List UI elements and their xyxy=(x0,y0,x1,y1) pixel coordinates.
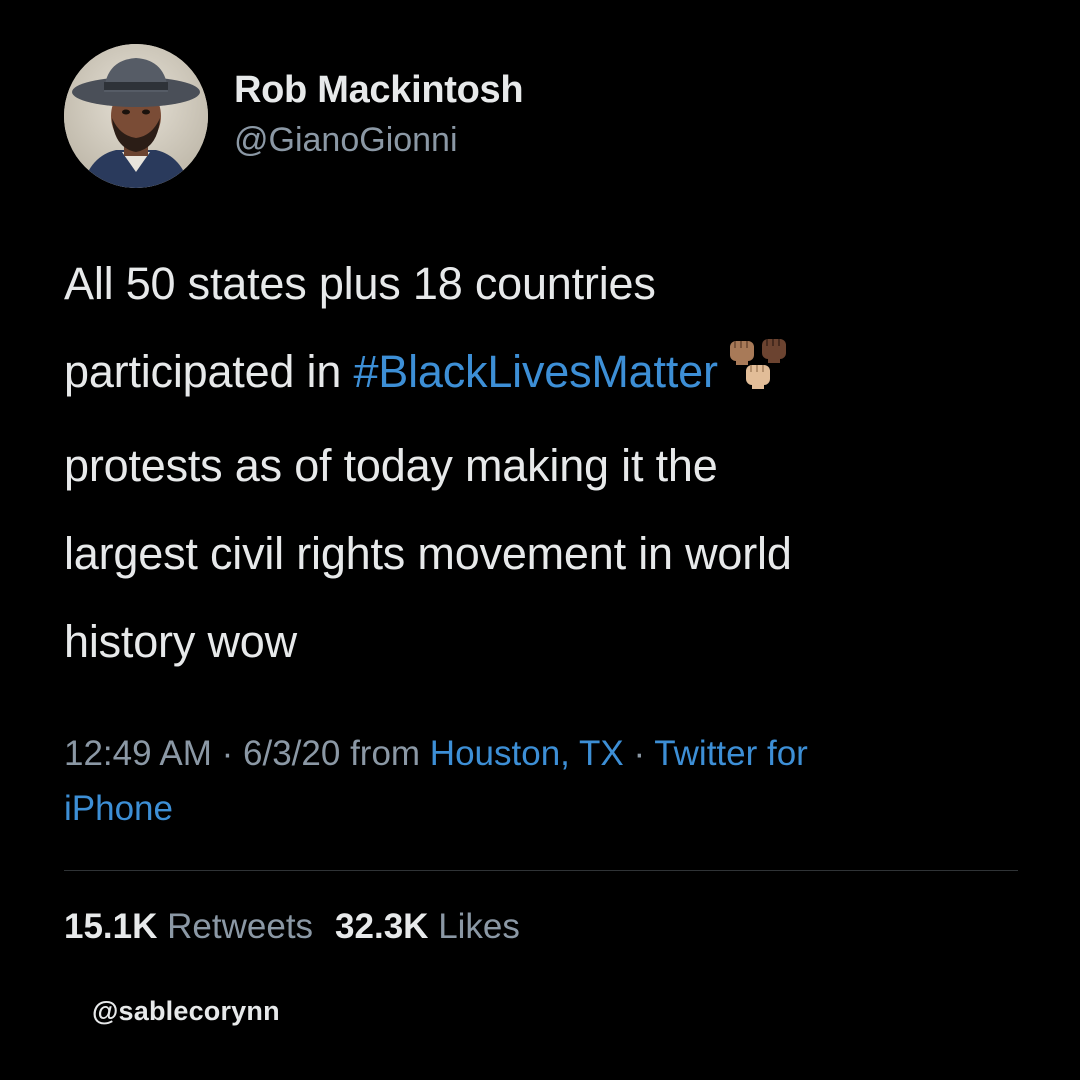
separator-dot: · xyxy=(633,734,646,773)
tweet-line: participated in #BlackLivesMatter xyxy=(64,328,1044,422)
tweet-date[interactable]: 6/3/20 xyxy=(243,734,340,773)
retweets-count: 15.1K xyxy=(64,907,158,946)
tweet-line: history wow xyxy=(64,616,297,667)
hashtag-link[interactable]: #BlackLivesMatter xyxy=(353,346,717,397)
location-link[interactable]: Houston, TX xyxy=(430,734,624,773)
likes-label: Likes xyxy=(438,907,520,946)
author-handle[interactable]: @GianoGionni xyxy=(234,118,523,162)
metadata-line: 12:49 AM · 6/3/20 from Houston, TX · Twi… xyxy=(64,726,1024,781)
retweets-label: Retweets xyxy=(167,907,314,946)
separator-dot: · xyxy=(221,734,234,773)
tweet-line-text: participated in xyxy=(64,346,354,397)
tweet-time[interactable]: 12:49 AM xyxy=(64,734,212,773)
divider xyxy=(64,870,1018,871)
metadata-line: iPhone xyxy=(64,781,1024,836)
retweets-stat[interactable]: 15.1K Retweets xyxy=(64,907,313,946)
raised-fists-emoji-icon xyxy=(726,334,796,422)
likes-stat[interactable]: 32.3K Likes xyxy=(335,907,520,946)
source-link-part2[interactable]: iPhone xyxy=(64,789,173,828)
engagement-stats: 15.1K Retweets 32.3K Likes xyxy=(64,902,520,952)
source-link-part1[interactable]: Twitter for xyxy=(654,734,808,773)
likes-count: 32.3K xyxy=(335,907,429,946)
tweet-screenshot: Rob Mackintosh @GianoGionni All 50 state… xyxy=(0,0,1080,1080)
tweet-line: protests as of today making it the xyxy=(64,440,718,491)
profile-photo-icon xyxy=(64,44,208,188)
watermark: @sablecorynn xyxy=(92,996,280,1026)
author-display-name[interactable]: Rob Mackintosh xyxy=(234,66,524,114)
tweet-line: All 50 states plus 18 countries xyxy=(64,258,656,309)
tweet-metadata: 12:49 AM · 6/3/20 from Houston, TX · Twi… xyxy=(64,726,1024,836)
avatar[interactable] xyxy=(64,44,208,188)
author-block: Rob Mackintosh @GianoGionni xyxy=(234,66,524,162)
tweet-line: largest civil rights movement in world xyxy=(64,528,792,579)
from-label: from xyxy=(350,734,421,773)
tweet-text: All 50 states plus 18 countries particip… xyxy=(64,240,1044,686)
